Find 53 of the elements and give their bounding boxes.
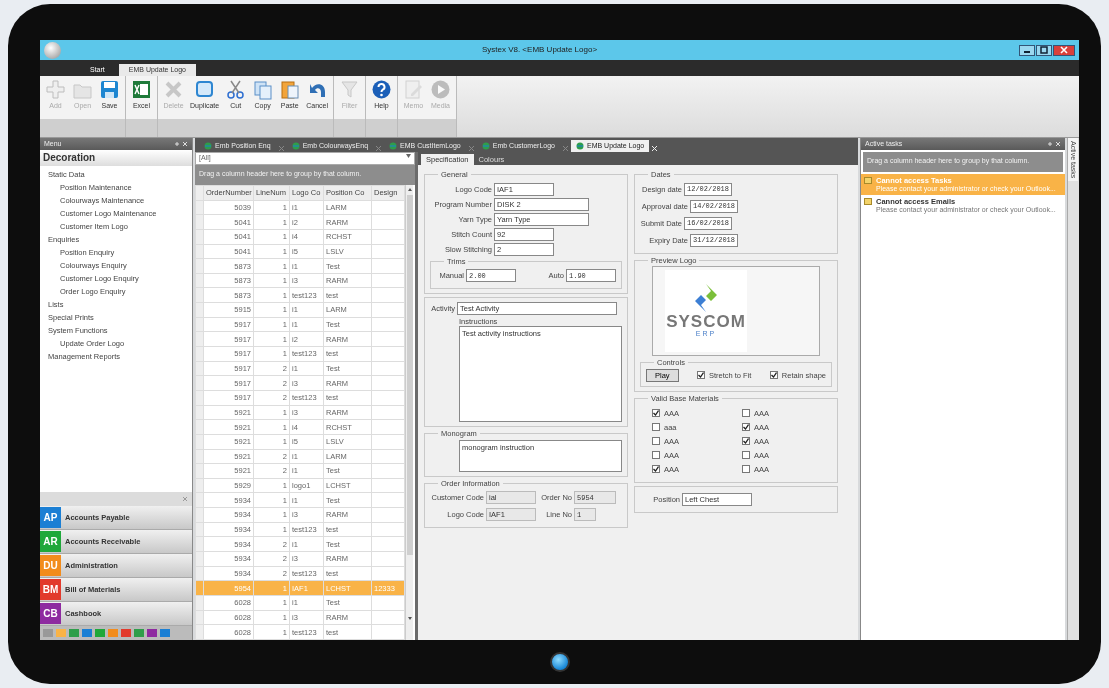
module-code-tile: DU — [40, 555, 61, 576]
tick-icon — [697, 372, 704, 378]
module-code-tile: BM — [40, 579, 61, 600]
checkbox[interactable] — [742, 409, 750, 417]
menu-heading: Decoration — [40, 150, 192, 166]
play-icon — [430, 79, 451, 100]
checkbox[interactable] — [652, 451, 660, 459]
minimize-button[interactable] — [1019, 44, 1035, 56]
globe-icon — [576, 141, 584, 150]
copy-icon — [252, 79, 274, 100]
scissors-icon — [225, 79, 247, 100]
tick-icon — [653, 410, 659, 416]
tick-icon — [653, 466, 659, 472]
pin-close-icon[interactable] — [174, 141, 188, 147]
tick-icon — [743, 438, 749, 444]
plus-icon — [45, 79, 66, 100]
note-icon — [864, 197, 872, 206]
checkbox[interactable] — [652, 423, 660, 431]
maximize-button[interactable] — [1036, 44, 1052, 56]
logo-text: SYSCOM — [666, 313, 746, 331]
dropdown-arrow-icon — [406, 154, 411, 158]
checkbox[interactable] — [652, 465, 660, 473]
pencil-icon — [403, 79, 424, 100]
maximize-icon — [1039, 46, 1049, 54]
checkbox[interactable] — [769, 371, 778, 379]
cross-icon — [163, 79, 184, 100]
module-code-tile: AP — [40, 507, 61, 528]
close-icon — [1059, 46, 1069, 54]
checkbox[interactable] — [742, 423, 750, 431]
tick-icon — [743, 424, 749, 430]
checkbox[interactable] — [652, 409, 660, 417]
module-code-tile: AR — [40, 531, 61, 552]
note-icon — [864, 176, 872, 184]
funnel-icon — [339, 79, 360, 100]
checkbox[interactable] — [742, 451, 750, 459]
clipboard-icon — [279, 79, 301, 100]
close-button[interactable] — [1053, 44, 1075, 56]
module-code-tile: CB — [40, 603, 61, 624]
globe-icon — [204, 141, 212, 150]
window-title: Systex V8. <EMB Update Logo> — [480, 45, 599, 55]
checkbox[interactable] — [696, 371, 705, 379]
home-button[interactable] — [549, 652, 570, 672]
globe-icon — [291, 141, 300, 150]
checkbox[interactable] — [742, 465, 750, 473]
globe-icon — [481, 141, 490, 150]
pin-close-icon[interactable] — [1047, 141, 1061, 147]
tick-icon — [770, 372, 777, 378]
checkbox[interactable] — [742, 437, 750, 445]
spreadsheet-icon — [131, 79, 152, 100]
help-icon — [371, 79, 392, 100]
checkbox[interactable] — [652, 437, 660, 445]
globe-icon — [389, 141, 398, 150]
window-icon — [194, 79, 216, 100]
